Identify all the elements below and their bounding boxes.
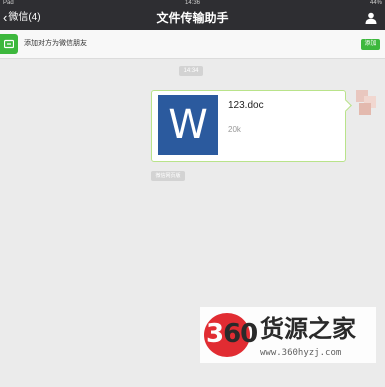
watermark-brand: 货源之家 — [260, 314, 356, 343]
add-contact-icon — [0, 34, 18, 54]
word-document-icon: W — [158, 95, 218, 155]
file-name: 123.doc — [228, 100, 264, 111]
message-timestamp: 14:34 — [179, 66, 203, 76]
bubble-tail — [339, 99, 352, 112]
source-label: 微信网页版 — [151, 171, 185, 181]
file-size: 20k — [228, 125, 241, 134]
chat-title: 文件传输助手 — [156, 11, 229, 25]
navigation-bar: ‹ 微信(4) 文件传输助手 — [0, 6, 385, 30]
file-message-bubble[interactable]: W 123.doc 20k — [151, 90, 352, 162]
avatar[interactable] — [356, 90, 378, 116]
watermark-logo: 360 货源之家 www.360hyzj.com — [200, 307, 376, 363]
person-icon[interactable] — [365, 12, 377, 24]
add-friend-button[interactable]: 添加 — [361, 39, 380, 50]
watermark-url: www.360hyzj.com — [260, 348, 342, 358]
logo-number: 360 — [206, 319, 258, 349]
add-friend-text: 添加对方为微信朋友 — [24, 40, 87, 47]
add-friend-banner: 添加对方为微信朋友 添加 — [0, 30, 385, 59]
logo-number-rest: 60 — [223, 319, 258, 349]
word-icon-letter: W — [168, 102, 208, 148]
